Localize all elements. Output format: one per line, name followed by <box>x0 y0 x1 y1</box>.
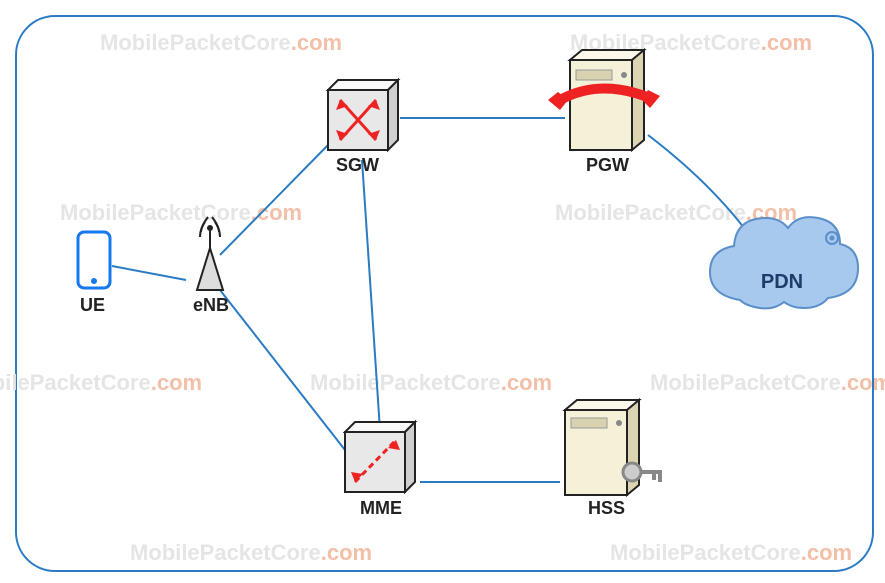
pdn-icon: PDN <box>710 217 858 308</box>
link-enb-sgw <box>220 145 328 255</box>
link-sgw-mme <box>362 160 380 430</box>
diagram-svg: PDN <box>0 0 885 583</box>
pdn-label: PDN <box>761 271 803 293</box>
ue-label: UE <box>80 295 105 316</box>
enb-icon <box>197 217 223 290</box>
sgw-icon <box>328 80 398 150</box>
mme-icon <box>345 422 415 492</box>
hss-label: HSS <box>588 498 625 519</box>
hss-icon <box>565 400 662 495</box>
pgw-label: PGW <box>586 155 629 176</box>
link-enb-mme <box>220 290 345 450</box>
ue-icon <box>78 232 110 288</box>
enb-label: eNB <box>193 295 229 316</box>
link-ue-enb <box>112 266 186 280</box>
sgw-label: SGW <box>336 155 379 176</box>
mme-label: MME <box>360 498 402 519</box>
pgw-icon <box>548 50 660 150</box>
